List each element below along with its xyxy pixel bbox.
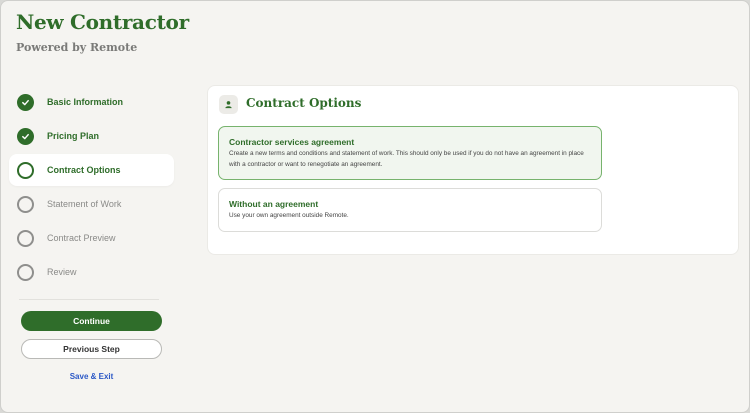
option-without-agreement[interactable]: Without an agreement Use your own agreem… [218,188,602,232]
stepper: Basic Information Pricing Plan Contract … [9,86,174,290]
step-contract-options[interactable]: Contract Options [9,154,174,186]
step-label: Pricing Plan [47,131,100,141]
check-icon [17,93,34,111]
step-label: Statement of Work [47,199,122,209]
sidebar-divider [19,299,159,300]
card-title: Contract Options [246,96,362,110]
option-contractor-services-agreement[interactable]: Contractor services agreement Create a n… [218,126,602,180]
save-exit-link[interactable]: Save & Exit [21,372,162,381]
step-review[interactable]: Review [9,256,174,288]
option-description: Use your own agreement outside Remote. [229,212,349,219]
step-pending-circle-icon [17,229,34,247]
step-basic-information[interactable]: Basic Information [9,86,174,118]
option-title: Contractor services agreement [229,137,355,147]
step-label: Contract Preview [47,233,116,243]
check-icon [17,127,34,145]
app-window: New Contractor Powered by Remote Basic I… [0,0,750,413]
step-contract-preview[interactable]: Contract Preview [9,222,174,254]
page-title: New Contractor [16,10,189,34]
option-description: Create a new terms and conditions and st… [229,150,584,168]
contract-options-card: Contract Options Contractor services agr… [207,85,739,255]
step-pending-circle-icon [17,195,34,213]
step-pricing-plan[interactable]: Pricing Plan [9,120,174,152]
previous-step-button[interactable]: Previous Step [21,339,162,359]
person-icon [219,95,238,114]
option-title: Without an agreement [229,199,319,209]
step-current-circle-icon [17,161,34,179]
page-subtitle: Powered by Remote [16,41,138,54]
step-label: Contract Options [47,165,121,175]
step-label: Basic Information [47,97,124,107]
step-pending-circle-icon [17,263,34,281]
step-label: Review [47,267,77,277]
continue-button[interactable]: Continue [21,311,162,331]
step-statement-of-work[interactable]: Statement of Work [9,188,174,220]
